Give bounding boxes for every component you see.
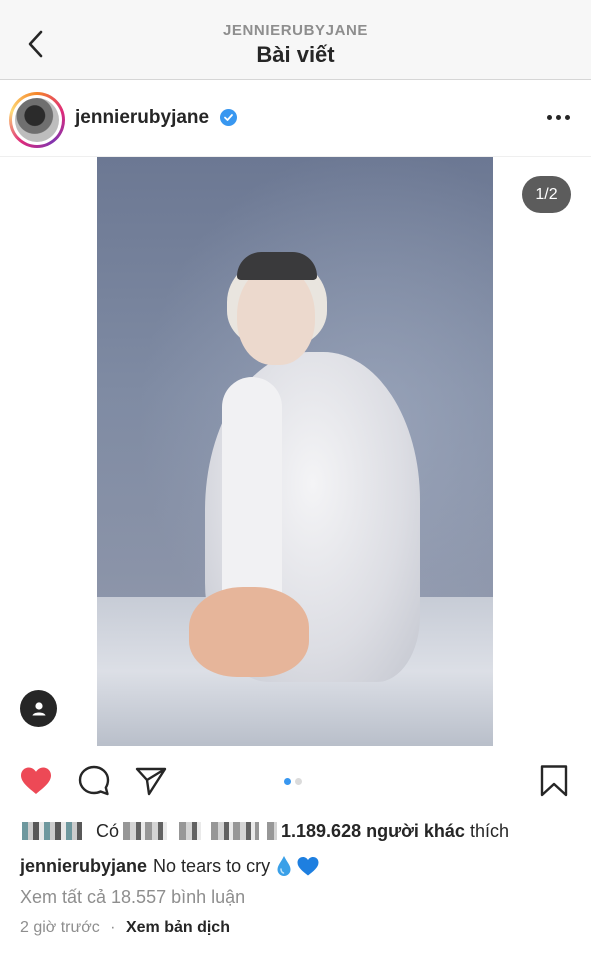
avatar-image	[15, 98, 59, 142]
meta-separator: ·	[110, 919, 116, 936]
liker-avatars-blurred	[22, 822, 82, 840]
likes-others: người khác	[366, 820, 465, 841]
liker-name-blurred	[267, 822, 278, 840]
carousel-dot	[295, 778, 302, 785]
caption-emojis	[276, 855, 320, 877]
see-translation-link[interactable]: Xem bản dịch	[126, 919, 230, 936]
save-button[interactable]	[536, 763, 572, 799]
liker-name-blurred	[211, 822, 260, 840]
photo-face	[237, 265, 315, 365]
likes-summary[interactable]: Có 1.189.628 người khác thích	[20, 818, 509, 844]
view-all-comments-link[interactable]: Xem tất cả 18.557 bình luận	[20, 887, 245, 908]
page-title: Bài viết	[256, 42, 335, 67]
comment-icon	[78, 765, 110, 796]
carousel-page-indicator: 1/2	[522, 176, 571, 213]
photo-legs	[189, 587, 309, 677]
user-tags-button[interactable]	[20, 690, 57, 727]
blue-heart-icon	[297, 857, 319, 876]
more-options-button[interactable]	[540, 105, 576, 129]
droplet-icon	[277, 856, 291, 876]
post-caption: jennierubyjane No tears to cry	[20, 853, 320, 879]
carousel-dot-active	[284, 778, 291, 785]
avatar-frame	[12, 95, 62, 145]
liker-name-blurred	[123, 822, 168, 840]
more-horizontal-icon	[546, 114, 552, 120]
share-button[interactable]	[133, 763, 169, 799]
send-icon	[135, 767, 167, 796]
like-button[interactable]	[18, 763, 54, 799]
likes-count: 1.189.628	[281, 820, 362, 841]
top-nav-bar: JENNIERUBYJANE Bài viết	[0, 0, 591, 80]
user-tag-icon	[32, 701, 45, 715]
likes-suffix: thích	[469, 820, 509, 841]
heart-filled-icon	[21, 767, 51, 794]
post-photo[interactable]	[97, 157, 493, 746]
caption-text: No tears to cry	[153, 855, 271, 876]
post-username[interactable]: jennierubyjane	[75, 107, 209, 129]
more-dot	[555, 114, 561, 120]
comment-button[interactable]	[76, 763, 112, 799]
header-username: JENNIERUBYJANE	[222, 22, 369, 39]
photo-headband	[237, 252, 317, 280]
liker-name-blurred	[179, 822, 202, 840]
post-timestamp: 2 giờ trước	[20, 919, 100, 936]
caption-username[interactable]: jennierubyjane	[20, 856, 147, 877]
carousel-dots	[284, 778, 302, 785]
more-dot	[564, 114, 570, 120]
likes-prefix: Có	[96, 820, 120, 841]
verified-badge-icon	[220, 109, 237, 126]
post-meta: 2 giờ trước · Xem bản dịch	[20, 919, 230, 937]
photo-dress	[222, 377, 282, 607]
profile-avatar[interactable]	[9, 92, 65, 148]
bookmark-icon	[540, 765, 568, 797]
post-header: jennierubyjane	[0, 81, 591, 157]
